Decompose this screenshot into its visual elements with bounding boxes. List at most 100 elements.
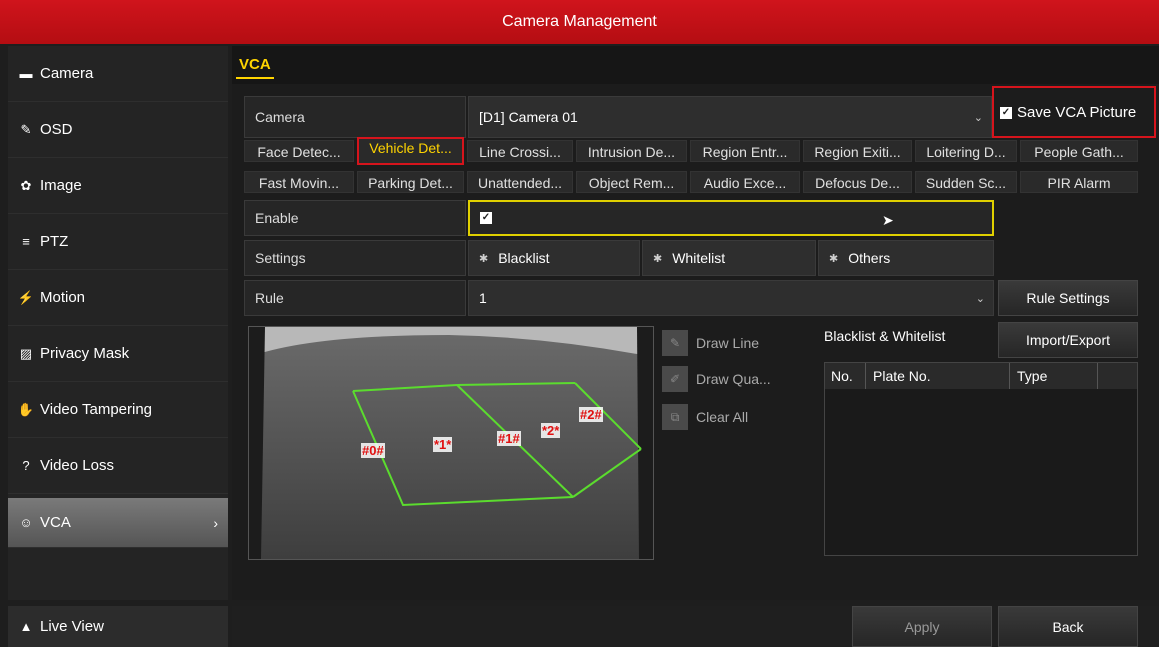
others-label: Others [848,250,891,266]
others-button[interactable]: ✱ Others [818,240,994,276]
rule-select-value: 1 [479,290,487,306]
chevron-down-icon: ⌄ [973,111,983,124]
live-view-label: Live View [40,618,104,635]
window-title: Camera Management [0,0,1159,44]
video-tampering-icon: ✋ [17,401,35,417]
tab-vca[interactable]: VCA [236,56,274,79]
rule-label: Rule [244,280,466,316]
sidebar-item-label: VCA [40,514,71,531]
clear-icon: ⧉ [662,404,688,430]
rule-select[interactable]: 1 ⌄ [468,280,994,316]
camera-select[interactable]: [D1] Camera 01 ⌄ [468,96,992,138]
event-type-tab[interactable]: Audio Exce... [690,171,800,193]
right-edge [637,327,653,559]
video-loss-icon: ? [22,458,30,473]
chevron-down-icon: ⌄ [975,292,985,305]
column-plate-no: Plate No. [873,368,931,384]
motion-icon: ⚡ [17,289,35,305]
event-type-tab[interactable]: People Gath... [1020,140,1138,162]
ptz-icon: ≡ [22,234,30,249]
privacy-mask-icon: ▨ [19,345,33,361]
gear-icon: ✱ [829,252,839,265]
sidebar-item-label: Camera [40,65,94,82]
event-type-tab[interactable]: Fast Movin... [244,171,354,193]
event-type-tab[interactable]: Parking Det... [357,171,464,193]
chevron-right-icon: › [213,514,218,531]
save-vca-checkbox[interactable]: ✓ Save VCA Picture [1000,104,1136,121]
mouse-cursor-icon: ➤ [882,212,894,228]
camera-label: Camera [244,96,466,138]
sidebar-item-label: PTZ [40,233,69,250]
osd-icon: ✎ [20,121,32,137]
blacklist-button[interactable]: ✱ Blacklist [468,240,640,276]
blacklist-label: Blacklist [498,250,550,266]
sidebar-item-osd[interactable]: ✎ OSD [8,102,228,158]
event-type-tab[interactable]: Loitering D... [915,140,1017,162]
sidebar-item-label: Motion [40,289,86,306]
event-type-tab[interactable]: Region Exiti... [803,140,912,162]
clear-all-tool[interactable]: ⧉ Clear All [662,404,748,430]
settings-label: Settings [244,240,466,276]
list-header: No. Plate No. Type [825,363,1137,389]
lane-label: #1# [497,431,521,446]
sidebar-item-label: Video Loss [40,457,114,474]
enable-checkbox-icon[interactable]: ✓ [480,212,492,224]
lane-label: #2# [579,407,603,422]
camera-icon: ▬ [19,66,33,81]
sidebar-item-motion[interactable]: ⚡ Motion [8,270,228,326]
import-export-button[interactable]: Import/Export [998,322,1138,358]
event-type-tab[interactable]: Line Crossi... [467,140,573,162]
home-icon: ▲ [19,619,33,634]
enable-field[interactable]: ✓ ➤ [468,200,994,236]
camera-select-value: [D1] Camera 01 [479,109,578,125]
event-type-tab[interactable]: Object Rem... [576,171,687,193]
draw-line-tool[interactable]: ✎ Draw Line [662,330,759,356]
edit-icon: ✐ [662,366,688,392]
column-no: No. [831,368,853,384]
event-type-tab[interactable]: Vehicle Det... [357,137,464,165]
list-title: Blacklist & Whitelist [824,328,946,344]
sidebar-item-ptz[interactable]: ≡ PTZ [8,214,228,270]
event-type-tab[interactable]: Intrusion De... [576,140,687,162]
video-preview[interactable]: #0# *1* #1# *2* #2# [248,326,654,560]
sidebar: ▬ Camera ✎ OSD ✿ Image ≡ PTZ ⚡ Motion ▨ Privacy Mas… [8,46,228,600]
apply-button[interactable]: Apply [852,606,992,647]
sidebar-item-camera[interactable]: ▬ Camera [8,46,228,102]
clear-all-label: Clear All [696,409,749,425]
sidebar-item-video-loss[interactable]: ? Video Loss [8,438,228,494]
sidebar-item-label: Image [40,177,82,194]
draw-quadrilateral-tool[interactable]: ✐ Draw Qua... [662,366,771,392]
sidebar-item-label: Video Tampering [40,401,153,418]
draw-line-label: Draw Line [696,335,760,351]
save-vca-label: Save VCA Picture [1017,104,1137,121]
sidebar-item-label: OSD [40,121,73,138]
sidebar-item-label: Privacy Mask [40,345,130,362]
whitelist-button[interactable]: ✱ Whitelist [642,240,816,276]
lane-label: #0# [361,443,385,458]
sidebar-item-image[interactable]: ✿ Image [8,158,228,214]
enable-label: Enable [244,200,466,236]
whitelist-label: Whitelist [672,250,726,266]
column-type: Type [1017,368,1048,384]
pencil-icon: ✎ [662,330,688,356]
event-type-tab[interactable]: Sudden Sc... [915,171,1017,193]
event-type-tab[interactable]: Region Entr... [690,140,800,162]
sidebar-item-video-tampering[interactable]: ✋ Video Tampering [8,382,228,438]
sidebar-item-privacy-mask[interactable]: ▨ Privacy Mask [8,326,228,382]
back-button[interactable]: Back [998,606,1138,647]
sidebar-item-vca[interactable]: ☺ VCA › [8,498,228,548]
rule-settings-button[interactable]: Rule Settings [998,280,1138,316]
event-type-tab[interactable]: Face Detec... [244,140,354,162]
event-type-tab[interactable]: PIR Alarm [1020,171,1138,193]
gear-icon: ✱ [653,252,663,265]
event-type-tab[interactable]: Defocus De... [803,171,912,193]
gear-icon: ✱ [479,252,489,265]
live-view-button[interactable]: ▲ Live View [8,606,228,647]
draw-quadrilateral-label: Draw Qua... [696,371,771,387]
vca-icon: ☺ [19,515,33,530]
lane-label: *1* [433,437,453,452]
event-type-tab[interactable]: Unattended... [467,171,573,193]
checkbox-check-icon: ✓ [1000,106,1012,119]
plate-list[interactable]: No. Plate No. Type [824,362,1138,556]
image-icon: ✿ [20,177,32,193]
